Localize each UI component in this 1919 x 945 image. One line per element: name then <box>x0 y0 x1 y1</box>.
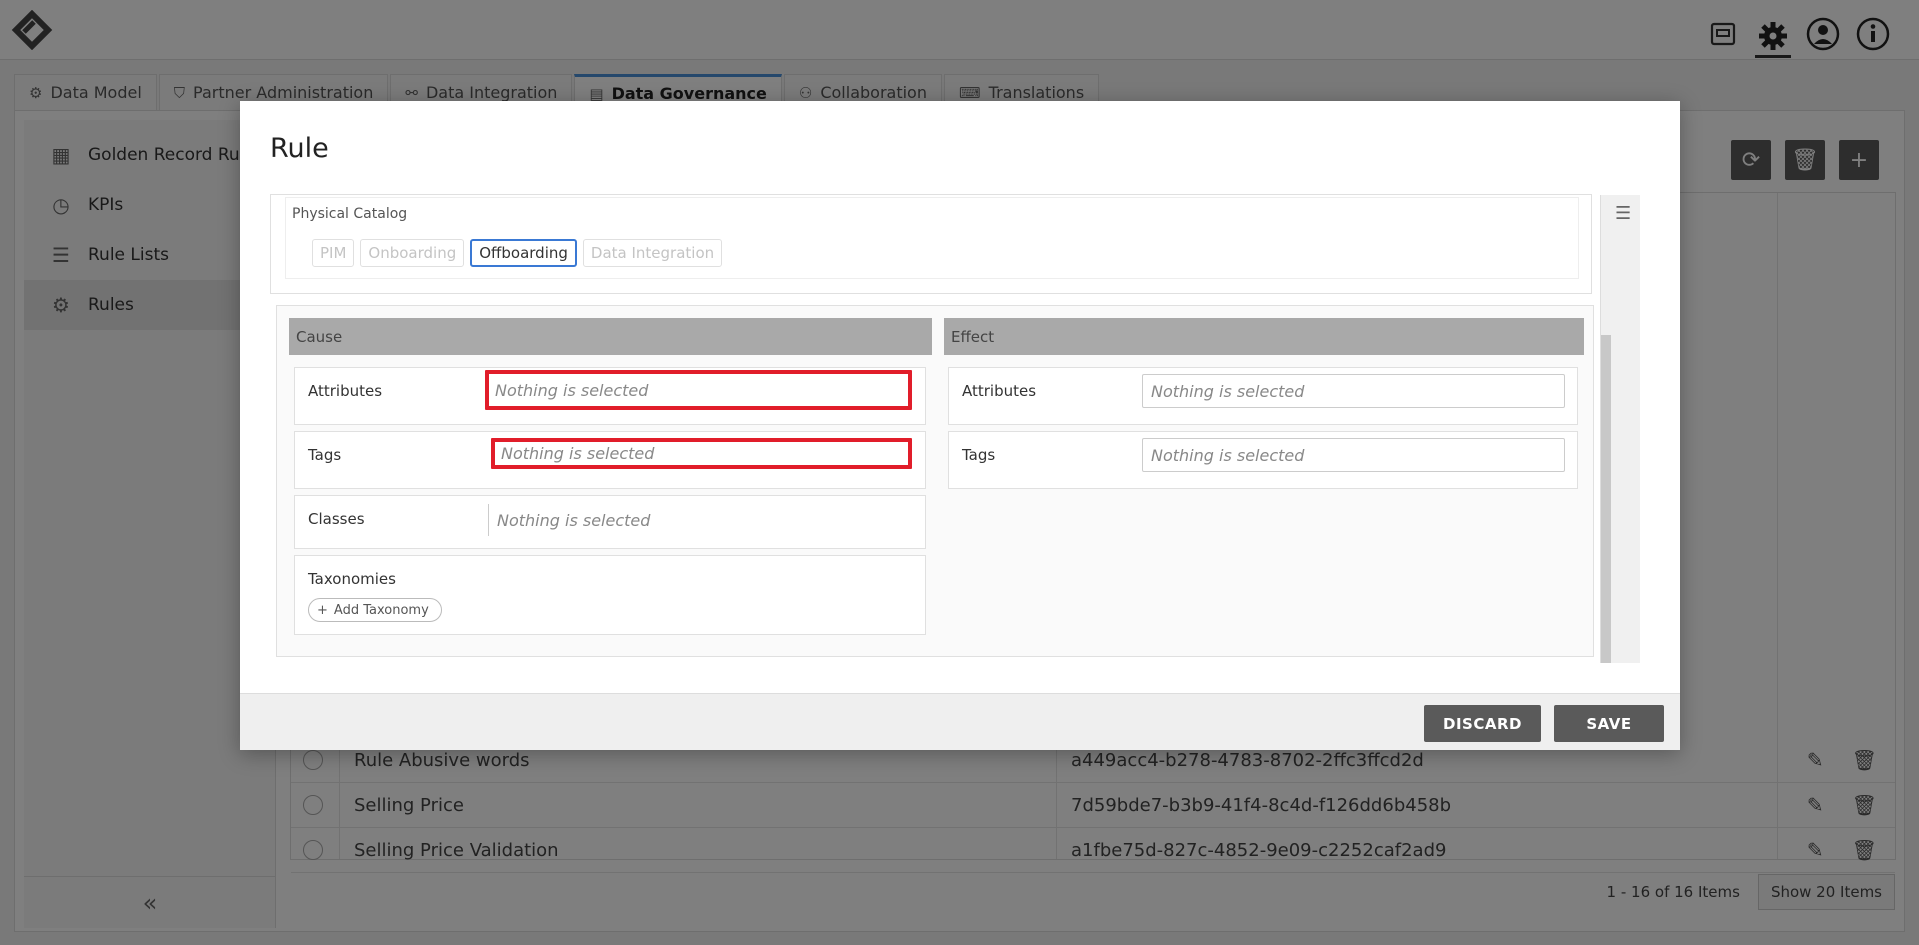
cause-classes-label: Classes <box>308 510 365 528</box>
cause-tags-field: Tags Nothing is selected <box>294 431 926 489</box>
cause-effect-section: Cause Attributes Nothing is selected Tag… <box>276 305 1594 657</box>
list-view-icon[interactable]: ☰ <box>1615 203 1631 224</box>
catalog-label: Physical Catalog <box>292 206 408 222</box>
catalog-chip-offboarding[interactable]: Offboarding <box>470 239 577 267</box>
cause-taxonomies-label: Taxonomies <box>308 570 396 588</box>
cause-tags-label: Tags <box>308 446 342 464</box>
catalog-chip-group: PIM Onboarding Offboarding Data Integrat… <box>312 239 723 267</box>
catalog-chip-onboarding[interactable]: Onboarding <box>360 239 465 267</box>
cause-taxonomies-field: Taxonomies + Add Taxonomy <box>294 555 926 635</box>
dialog-footer: DISCARD SAVE <box>240 693 1680 750</box>
cause-attributes-field: Attributes Nothing is selected <box>294 367 926 425</box>
catalog-chip-data-integration[interactable]: Data Integration <box>582 239 723 267</box>
catalog-section: Physical Catalog PIM Onboarding Offboard… <box>270 194 1592 294</box>
effect-tags-field: Tags Nothing is selected <box>948 431 1578 489</box>
effect-attributes-label: Attributes <box>962 382 1037 400</box>
scrollbar-thumb[interactable] <box>1601 335 1611 663</box>
cause-classes-select[interactable]: Nothing is selected <box>488 504 908 536</box>
catalog-chip-pim[interactable]: PIM <box>312 239 355 267</box>
cause-tags-select[interactable]: Nothing is selected <box>491 438 912 469</box>
effect-tags-select[interactable]: Nothing is selected <box>1142 438 1565 472</box>
save-button[interactable]: SAVE <box>1554 705 1664 742</box>
cause-classes-field: Classes Nothing is selected <box>294 495 926 549</box>
catalog-field: Physical Catalog PIM Onboarding Offboard… <box>285 197 1579 279</box>
discard-button[interactable]: DISCARD <box>1424 705 1541 742</box>
effect-tags-label: Tags <box>962 446 996 464</box>
plus-icon: + <box>317 602 328 618</box>
cause-heading: Cause <box>289 318 932 355</box>
dialog-title: Rule <box>270 133 329 164</box>
cause-attributes-label: Attributes <box>308 382 383 400</box>
effect-attributes-select[interactable]: Nothing is selected <box>1142 374 1565 408</box>
add-taxonomy-label: Add Taxonomy <box>333 602 429 618</box>
add-taxonomy-button[interactable]: + Add Taxonomy <box>308 598 442 622</box>
rule-dialog: Rule ☰ Physical Catalog PIM Onboarding O… <box>240 101 1680 750</box>
effect-attributes-field: Attributes Nothing is selected <box>948 367 1578 425</box>
effect-heading: Effect <box>944 318 1584 355</box>
dialog-scrollbar[interactable]: ☰ <box>1600 195 1640 663</box>
cause-attributes-select[interactable]: Nothing is selected <box>485 370 912 410</box>
